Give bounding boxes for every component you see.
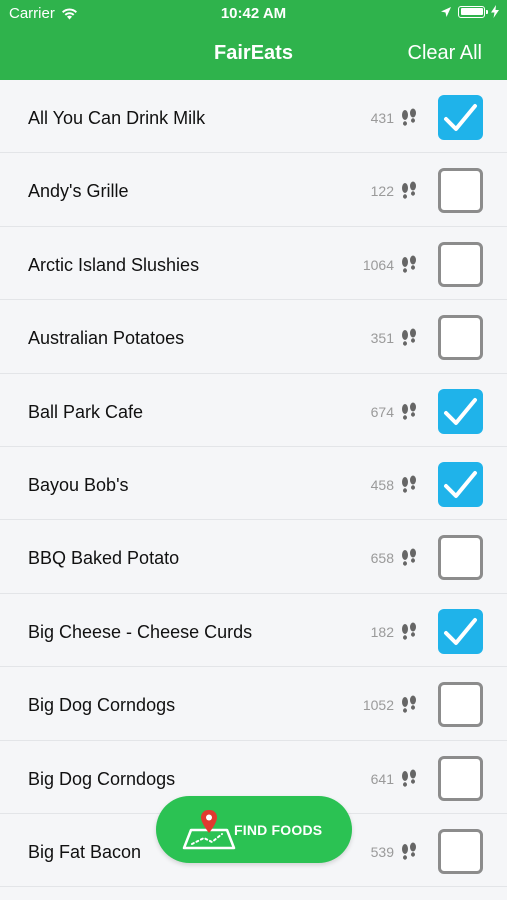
checkbox-unchecked[interactable] — [438, 315, 483, 361]
status-bar: Carrier 10:42 AM — [0, 0, 507, 28]
list-item[interactable]: Andy's Grille 122 — [0, 153, 507, 227]
list-item[interactable]: BBQ Baked Potato 658 — [0, 520, 507, 594]
step-count: 182 — [370, 623, 394, 640]
step-count: 658 — [370, 550, 394, 567]
battery-icon — [458, 5, 488, 18]
find-foods-button[interactable]: FIND FOODS — [156, 796, 352, 863]
clear-all-button[interactable]: Clear All — [408, 42, 482, 65]
step-count: 674 — [370, 403, 394, 420]
footsteps-icon — [402, 181, 416, 200]
item-name: Arctic Island Slushies — [28, 254, 200, 275]
list-item[interactable]: Big Dog Corndogs 1052 — [0, 667, 507, 741]
item-name: All You Can Drink Milk — [28, 108, 206, 128]
map-pin-icon — [182, 810, 236, 850]
footsteps-icon — [402, 622, 416, 640]
checkmark-icon — [444, 397, 477, 425]
location-arrow-icon — [441, 6, 451, 17]
step-count: 539 — [370, 843, 394, 860]
step-count: 122 — [370, 183, 394, 200]
find-foods-label: FIND FOODS — [234, 822, 323, 838]
checkmark-icon — [444, 104, 477, 131]
checkmark-icon — [444, 617, 477, 645]
checkbox-checked[interactable] — [438, 95, 483, 140]
footsteps-icon — [402, 108, 416, 126]
step-count: 431 — [370, 110, 394, 126]
step-count: 1064 — [362, 256, 394, 273]
footsteps-icon — [402, 255, 416, 273]
list-item[interactable]: Big Cheese - Cheese Curds 182 — [0, 593, 507, 668]
list-item[interactable]: Australian Potatoes 351 — [0, 300, 507, 374]
list-item[interactable]: Bayou Bob's 458 — [0, 446, 507, 521]
item-name: Australian Potatoes — [28, 328, 185, 349]
item-name: Big Cheese - Cheese Curds — [28, 621, 253, 642]
item-name: Ball Park Cafe — [28, 401, 144, 422]
item-name: Big Fat Bacon — [28, 841, 142, 862]
checkbox-unchecked[interactable] — [438, 168, 483, 214]
status-time: 10:42 AM — [220, 5, 287, 22]
step-count: 641 — [370, 770, 394, 787]
footsteps-icon — [402, 769, 416, 787]
footsteps-icon — [402, 475, 416, 493]
checkbox-unchecked[interactable] — [438, 535, 483, 581]
item-name: Big Dog Corndogs — [28, 768, 176, 789]
footsteps-icon — [402, 695, 416, 713]
food-list: All You Can Drink Milk 431 Andy's Grille 12… — [0, 80, 507, 888]
checkbox-unchecked[interactable] — [438, 828, 483, 874]
footsteps-icon — [402, 328, 416, 346]
list-item[interactable]: Ball Park Cafe 674 — [0, 373, 507, 447]
navigation-bar: FairEats Clear All — [0, 28, 507, 80]
checkbox-checked[interactable] — [438, 388, 483, 434]
step-count: 458 — [370, 476, 394, 493]
item-name: BBQ Baked Potato — [28, 548, 180, 569]
footsteps-icon — [402, 842, 416, 860]
step-count: 1052 — [362, 697, 394, 714]
footsteps-icon — [402, 402, 416, 420]
checkbox-unchecked[interactable] — [438, 682, 483, 728]
step-count: 351 — [370, 330, 394, 347]
item-name: Big Dog Corndogs — [28, 695, 176, 716]
app-header: Carrier 10:42 AM FairEats Clear All — [0, 0, 507, 80]
checkbox-unchecked[interactable] — [438, 241, 483, 287]
charging-bolt-icon — [491, 5, 499, 18]
item-name: Andy's Grille — [28, 181, 129, 202]
checkmark-icon — [444, 470, 477, 498]
list-item[interactable]: Arctic Island Slushies 1064 — [0, 226, 507, 301]
status-right-group — [440, 5, 499, 18]
list-item[interactable]: All You Can Drink Milk 431 — [0, 80, 507, 154]
checkbox-unchecked[interactable] — [438, 755, 483, 801]
checkbox-checked[interactable] — [438, 608, 483, 654]
checkbox-checked[interactable] — [438, 461, 483, 507]
footsteps-icon — [402, 548, 416, 567]
item-name: Bayou Bob's — [28, 474, 129, 495]
